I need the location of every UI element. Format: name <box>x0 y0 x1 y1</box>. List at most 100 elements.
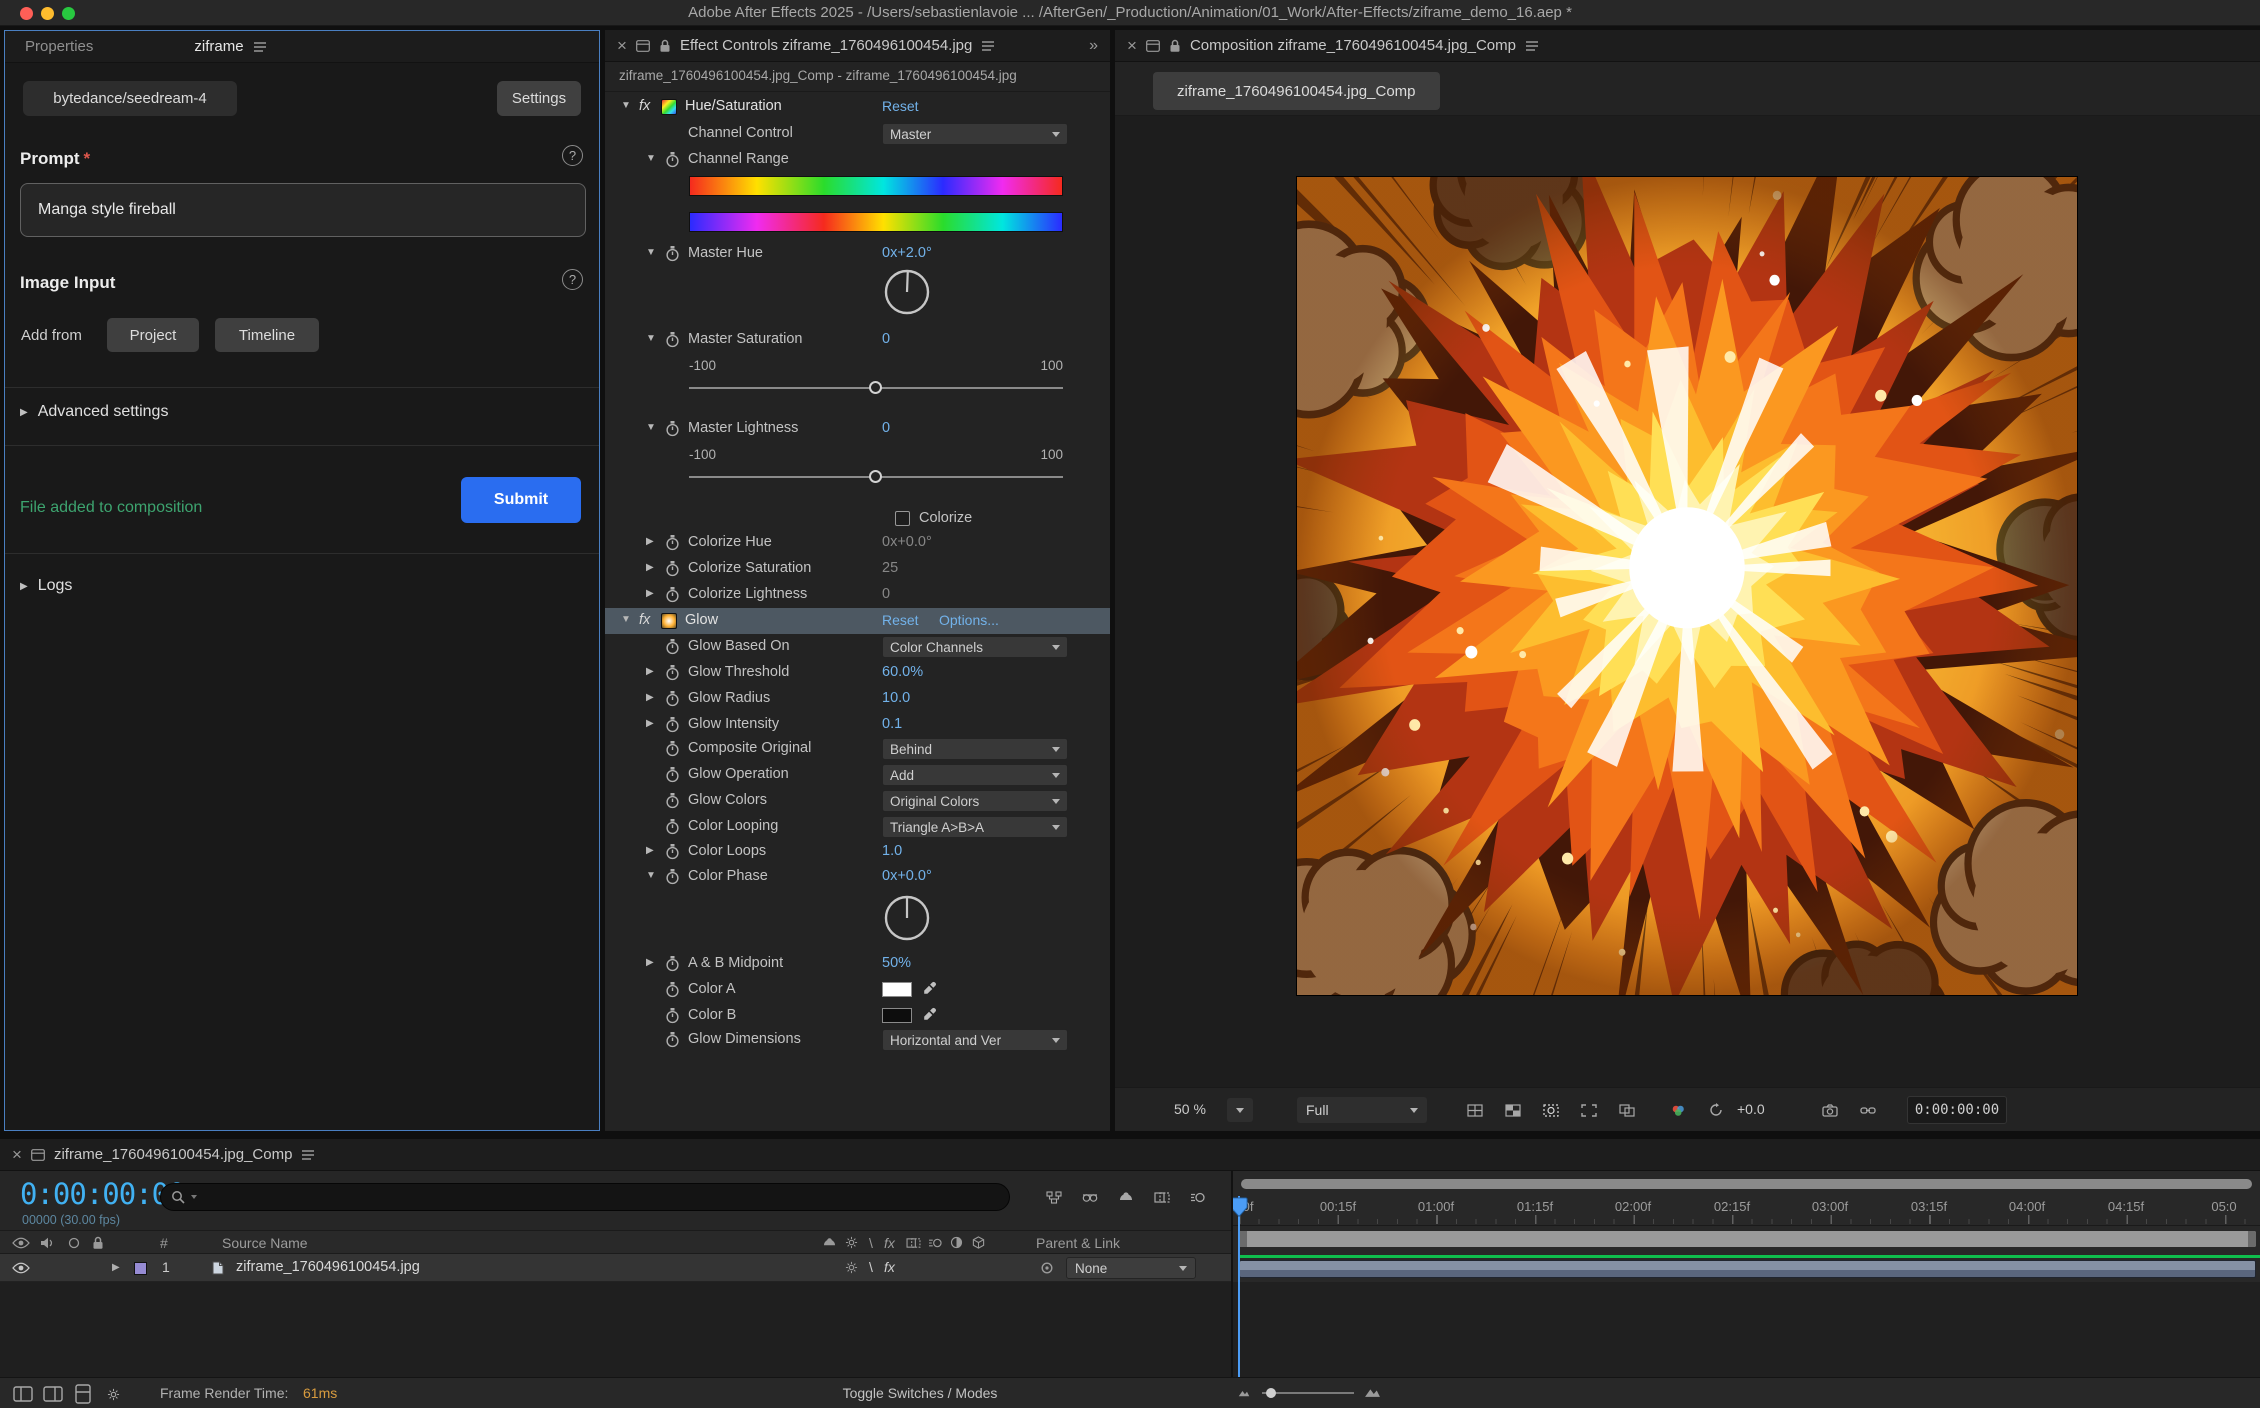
twirl-right-icon[interactable]: ▶ <box>646 588 660 599</box>
timeline-search-box[interactable] <box>160 1183 1010 1211</box>
work-area-start-handle[interactable] <box>1239 1231 1247 1247</box>
motion-blur-icon[interactable] <box>1184 1185 1212 1209</box>
twirl-down-icon[interactable]: ▼ <box>646 247 660 258</box>
twirl-right-icon[interactable]: ▶ <box>646 562 660 573</box>
color-b-swatch[interactable] <box>882 1008 912 1023</box>
parent-pickwhip-icon[interactable] <box>1040 1261 1054 1275</box>
channel-control-dropdown[interactable]: Master <box>882 123 1068 145</box>
preview-timecode[interactable]: 0:00:00:00 <box>1907 1096 2007 1124</box>
close-panel-icon[interactable]: × <box>12 1146 22 1163</box>
layer-collapse-switch[interactable] <box>845 1261 858 1274</box>
twirl-right-icon[interactable]: ▶ <box>646 536 660 547</box>
model-button[interactable]: bytedance/seedream-4 <box>23 81 237 116</box>
stopwatch-icon[interactable] <box>665 717 680 738</box>
property-value[interactable]: 50% <box>882 955 911 971</box>
close-panel-icon[interactable]: × <box>617 37 627 54</box>
colorize-checkbox[interactable] <box>895 511 910 526</box>
logs-toggle[interactable]: ▶ Logs <box>20 577 72 595</box>
take-snapshot-icon[interactable] <box>1815 1098 1845 1122</box>
slider-thumb[interactable] <box>869 470 882 483</box>
close-panel-icon[interactable]: × <box>1127 37 1137 54</box>
composition-image[interactable] <box>1297 177 2077 995</box>
stopwatch-icon[interactable] <box>665 741 680 762</box>
panel-menu-icon[interactable] <box>981 40 995 52</box>
stopwatch-icon[interactable] <box>665 691 680 712</box>
effect-controls-tab-title[interactable]: Effect Controls ziframe_1760496100454.jp… <box>680 37 972 54</box>
resolution-dropdown[interactable]: Full <box>1297 1097 1427 1123</box>
fx-badge-icon[interactable]: fx <box>639 98 650 114</box>
layer-twirl-icon[interactable]: ▶ <box>112 1262 120 1273</box>
lock-icon[interactable] <box>659 39 671 53</box>
stopwatch-icon[interactable] <box>665 819 680 840</box>
tab-ziframe[interactable]: ziframe <box>194 38 243 55</box>
tab-properties[interactable]: Properties <box>25 38 93 55</box>
glow-based-on-dropdown[interactable]: Color Channels <box>882 636 1068 658</box>
view-layout-icon[interactable] <box>1612 1098 1642 1122</box>
twirl-down-icon[interactable]: ▼ <box>646 333 660 344</box>
layer-label-swatch[interactable] <box>134 1262 147 1275</box>
advanced-settings-toggle[interactable]: ▶ Advanced settings <box>20 403 168 421</box>
prompt-help-icon[interactable]: ? <box>562 145 583 166</box>
more-panels-icon[interactable]: » <box>1089 37 1098 55</box>
stopwatch-icon[interactable] <box>665 332 680 353</box>
transfer-controls-pane-button[interactable] <box>40 1382 66 1406</box>
stopwatch-icon[interactable] <box>665 246 680 267</box>
timeline-tab-title[interactable]: ziframe_1760496100454.jpg_Comp <box>54 1146 293 1163</box>
panel-menu-icon[interactable] <box>301 1149 315 1161</box>
glow-operation-dropdown[interactable]: Add <box>882 764 1068 786</box>
twirl-down-icon[interactable]: ▼ <box>621 614 635 625</box>
stopwatch-icon[interactable] <box>665 561 680 582</box>
zoom-in-mountain-icon[interactable] <box>1364 1385 1381 1398</box>
stopwatch-icon[interactable] <box>665 767 680 788</box>
property-value[interactable]: 0x+0.0° <box>882 868 932 884</box>
exposure-value[interactable]: +0.0 <box>1737 1101 1765 1117</box>
composition-viewport[interactable] <box>1115 116 2260 1087</box>
layer-duration-bar[interactable] <box>1239 1260 2256 1278</box>
hide-shy-layers-icon[interactable] <box>1112 1185 1140 1209</box>
glow-dimensions-dropdown[interactable]: Horizontal and Ver <box>882 1029 1068 1051</box>
panel-menu-icon[interactable] <box>1525 40 1539 52</box>
eyedropper-icon[interactable] <box>923 1007 937 1026</box>
transparency-grid-icon[interactable] <box>1498 1098 1528 1122</box>
layer-effect-switch[interactable]: fx <box>884 1259 895 1275</box>
stopwatch-icon[interactable] <box>665 982 680 1003</box>
macos-minimize-button[interactable] <box>41 7 54 20</box>
stopwatch-icon[interactable] <box>665 587 680 608</box>
playhead-marker[interactable] <box>1233 1197 1248 1219</box>
slider-thumb[interactable] <box>869 381 882 394</box>
hue-saturation-header-row[interactable]: ▼ fx Hue/Saturation Reset <box>605 94 1110 120</box>
stopwatch-icon[interactable] <box>665 793 680 814</box>
composite-original-dropdown[interactable]: Behind <box>882 738 1068 760</box>
channel-range-spectrum-bottom[interactable] <box>689 212 1063 232</box>
macos-close-button[interactable] <box>20 7 33 20</box>
lightness-slider[interactable] <box>689 476 1063 478</box>
property-value[interactable]: 0.1 <box>882 716 902 732</box>
composition-tab-title[interactable]: Composition ziframe_1760496100454.jpg_Co… <box>1190 37 1516 54</box>
reset-effect-link[interactable]: Reset <box>882 612 919 628</box>
property-value[interactable]: 0 <box>882 420 890 436</box>
show-snapshot-icon[interactable] <box>1853 1098 1883 1122</box>
layer-quality-switch[interactable]: \ <box>869 1259 873 1275</box>
viewer-tab[interactable]: ziframe_1760496100454.jpg_Comp <box>1153 72 1440 110</box>
stopwatch-icon[interactable] <box>665 665 680 686</box>
magnification-value[interactable]: 50 % <box>1174 1101 1206 1117</box>
render-time-pane-button[interactable] <box>100 1382 126 1406</box>
zoom-slider-thumb[interactable] <box>1266 1388 1276 1398</box>
stopwatch-icon[interactable] <box>665 535 680 556</box>
playhead-line[interactable] <box>1238 1196 1240 1377</box>
zoom-out-mountain-icon[interactable] <box>1238 1388 1250 1397</box>
twirl-right-icon[interactable]: ▶ <box>646 957 660 968</box>
color-looping-dropdown[interactable]: Triangle A>B>A <box>882 816 1068 838</box>
property-value[interactable]: 60.0% <box>882 664 923 680</box>
toggle-switches-modes-button[interactable]: Toggle Switches / Modes <box>843 1385 998 1401</box>
work-area-bar[interactable] <box>1239 1231 2256 1247</box>
stopwatch-icon[interactable] <box>665 1032 680 1053</box>
add-from-project-button[interactable]: Project <box>107 318 199 352</box>
draft-3d-icon[interactable] <box>1076 1185 1104 1209</box>
parent-link-dropdown[interactable]: None <box>1066 1257 1196 1279</box>
add-from-timeline-button[interactable]: Timeline <box>215 318 319 352</box>
region-of-interest-icon[interactable] <box>1574 1098 1604 1122</box>
eyedropper-icon[interactable] <box>923 981 937 1000</box>
timeline-zoom-slider[interactable] <box>1262 1392 1354 1394</box>
stopwatch-icon[interactable] <box>665 844 680 865</box>
